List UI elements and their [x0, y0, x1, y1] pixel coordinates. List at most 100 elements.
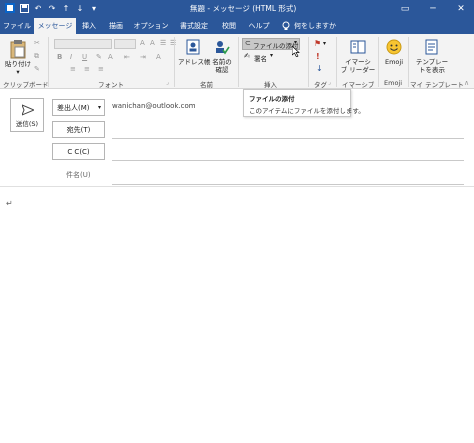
immersive-reader-button[interactable]: イマーシ ブ リーダー	[340, 37, 376, 77]
bold-button[interactable]: B	[57, 53, 62, 61]
paragraph-mark: ↵	[6, 199, 13, 208]
underline-button[interactable]: U	[82, 53, 87, 61]
format-painter-icon[interactable]: ✎	[34, 65, 40, 73]
clear-format-icon[interactable]: A	[156, 53, 161, 61]
group-separator	[308, 37, 309, 87]
address-book-button[interactable]: アドレス帳	[178, 37, 211, 75]
cc-button[interactable]: C C(C)	[52, 143, 105, 160]
increase-indent-icon[interactable]: ⇥	[140, 53, 146, 61]
mouse-cursor-icon	[291, 45, 300, 59]
group-separator	[174, 37, 175, 87]
names-group-label: 名前	[200, 81, 213, 89]
tab-help[interactable]: ヘルプ	[244, 18, 274, 34]
from-value: wanichan@outlook.com	[112, 102, 196, 110]
window-title: 無題 - メッセージ (HTML 形式)	[190, 4, 297, 13]
list-bullets-icon[interactable]: ☰	[160, 39, 166, 47]
signature-button[interactable]: ✍ 署名 ▾	[242, 52, 280, 64]
emoji-group-label: Emoji	[384, 79, 403, 87]
insert-group-label: 挿入	[264, 81, 277, 89]
redo-icon[interactable]: ↷	[46, 2, 58, 14]
minimize-button[interactable]: ─	[420, 0, 446, 17]
paste-dropdown-icon: ▾	[16, 68, 20, 76]
view-templates-button[interactable]: テンプレー トを表示	[412, 37, 452, 77]
to-button[interactable]: 宛先(T)	[52, 121, 105, 138]
attach-file-tooltip: ファイルの添付 このアイテムにファイルを添付します。	[243, 89, 365, 117]
send-icon	[22, 104, 34, 116]
send-label: 送信(S)	[15, 120, 39, 128]
low-importance-icon[interactable]: ↓	[316, 64, 323, 73]
signature-dropdown-icon: ▾	[270, 52, 274, 59]
cut-icon[interactable]: ✂	[34, 39, 40, 47]
subject-field[interactable]	[112, 184, 464, 185]
grow-font-icon[interactable]: A	[140, 39, 145, 47]
font-color-icon[interactable]: A	[108, 53, 113, 61]
highlight-icon[interactable]: ✎	[96, 53, 102, 61]
save-icon[interactable]	[18, 2, 30, 14]
font-name-dropdown[interactable]	[54, 39, 112, 49]
ribbon: 貼り付け ▾ ✂ ⧉ ✎ クリップボード ⌟ A A ☰ ☰ B I U ✎ A…	[0, 34, 474, 89]
paperclip-icon: ⊂	[245, 39, 251, 47]
align-right-button[interactable]: ≡	[98, 65, 104, 73]
group-separator	[48, 37, 49, 87]
from-button[interactable]: 差出人(M) ▾	[52, 99, 105, 116]
align-left-button[interactable]: ≡	[70, 65, 76, 73]
tab-review[interactable]: 校閲	[218, 18, 240, 34]
follow-up-dropdown-icon[interactable]: ▾	[323, 40, 326, 47]
tell-me-search[interactable]: 何をしますか	[294, 18, 352, 34]
to-field[interactable]	[112, 138, 464, 139]
copy-icon[interactable]: ⧉	[34, 52, 39, 61]
follow-up-flag-icon[interactable]: ⚑	[314, 39, 321, 48]
italic-button[interactable]: I	[70, 53, 72, 61]
templates-group-label: マイ テンプレート	[410, 81, 464, 89]
message-body[interactable]: ↵	[0, 186, 474, 443]
cc-field[interactable]	[112, 160, 464, 161]
decrease-indent-icon[interactable]: ⇤	[124, 53, 130, 61]
group-separator	[336, 37, 337, 87]
ribbon-display-icon[interactable]: ▭	[392, 0, 418, 17]
font-launcher-icon[interactable]: ⌟	[166, 79, 169, 86]
tab-format[interactable]: 書式設定	[174, 18, 214, 34]
template-icon	[425, 39, 438, 55]
align-center-button[interactable]: ≡	[84, 65, 90, 73]
lightbulb-icon	[280, 18, 292, 34]
tags-launcher-icon[interactable]: ⌟	[328, 79, 331, 86]
signature-label: 署名	[254, 55, 267, 63]
tab-options[interactable]: オプション	[132, 18, 170, 34]
outlook-icon	[4, 2, 16, 14]
immersive-reader-label: イマーシ ブ リーダー	[340, 58, 376, 74]
font-group-label: フォント	[98, 81, 124, 89]
high-importance-icon[interactable]: !	[316, 52, 320, 61]
check-names-button[interactable]: 名前の 確認	[208, 37, 236, 75]
paste-button[interactable]: 貼り付け ▾	[4, 37, 32, 76]
view-templates-label: テンプレー トを表示	[415, 58, 449, 74]
font-size-dropdown[interactable]	[114, 39, 136, 49]
customize-qat-icon[interactable]: ▾	[88, 2, 100, 14]
immersive-reader-icon	[350, 40, 366, 54]
check-names-icon	[216, 41, 230, 55]
emoji-button[interactable]: Emoji	[382, 37, 406, 75]
down-icon[interactable]: ↓	[74, 2, 86, 14]
address-book-label: アドレス帳	[178, 58, 211, 66]
undo-icon[interactable]: ↶	[32, 2, 44, 14]
immersive-group-label: イマーシブ	[342, 81, 375, 89]
tab-draw[interactable]: 描画	[104, 18, 128, 34]
title-bar: ↶ ↷ ↑ ↓ ▾ 無題 - メッセージ (HTML 形式) ▭ ─ ✕	[0, 0, 474, 17]
tab-message[interactable]: メッセージ	[34, 18, 76, 34]
signature-icon: ✍	[244, 52, 250, 60]
tab-file[interactable]: ファイル	[2, 18, 32, 34]
tooltip-description: このアイテムにファイルを添付します。	[249, 107, 365, 115]
check-names-label: 名前の 確認	[212, 58, 232, 74]
group-separator	[378, 37, 379, 87]
shrink-font-icon[interactable]: A	[150, 39, 155, 47]
from-label: 差出人(M)	[57, 103, 90, 112]
from-dropdown-icon: ▾	[97, 104, 101, 111]
up-icon[interactable]: ↑	[60, 2, 72, 14]
send-button[interactable]: 送信(S)	[10, 98, 44, 132]
close-button[interactable]: ✕	[448, 0, 474, 17]
emoji-label: Emoji	[384, 58, 404, 66]
collapse-ribbon-icon[interactable]: ∧	[464, 79, 469, 87]
clipboard-launcher-icon[interactable]: ⌟	[42, 79, 45, 86]
emoji-icon	[386, 39, 402, 55]
paste-label: 貼り付け	[5, 60, 31, 68]
tab-insert[interactable]: 挿入	[78, 18, 100, 34]
